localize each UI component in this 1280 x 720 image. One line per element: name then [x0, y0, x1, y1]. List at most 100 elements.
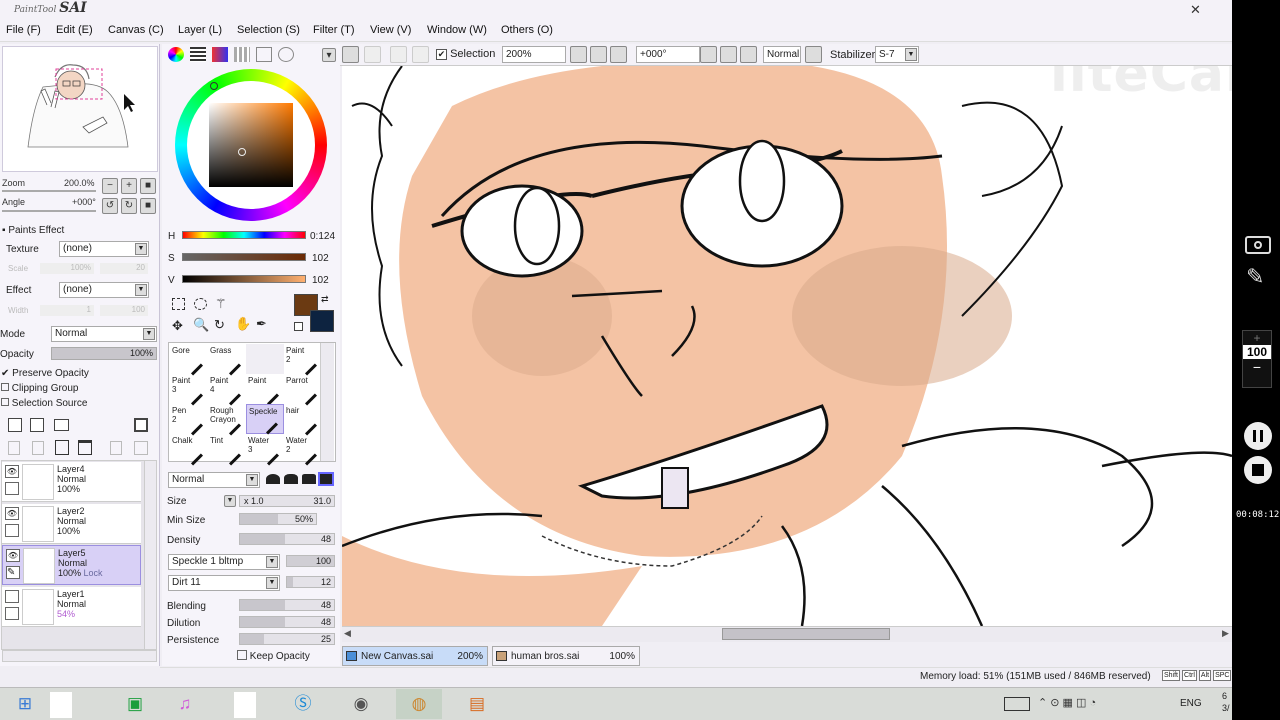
selection-checkbox[interactable]: ✔ Selection	[436, 48, 495, 60]
close-window-button[interactable]: ✕	[1190, 2, 1201, 18]
skype-icon[interactable]: Ⓢ	[282, 689, 324, 719]
zoom-value[interactable]: 200.0%	[64, 178, 95, 188]
tray-icons[interactable]: ⌃ ⊙ ▦ ◫ ◔	[1038, 696, 1096, 709]
stepper-plus-button[interactable]: +	[1243, 331, 1271, 345]
brush-tool-water[interactable]: Water 3	[246, 434, 284, 466]
brush-tool-tint[interactable]: Tint	[208, 434, 246, 466]
min-size-slider[interactable]: 50%	[239, 513, 317, 525]
color-wheel-tab-icon[interactable]	[168, 47, 184, 62]
brush-tool-gore[interactable]: Gore	[170, 344, 208, 376]
new-layer-icon[interactable]	[8, 418, 22, 432]
brush-texture-strength[interactable]: 12	[286, 576, 335, 588]
stabilizer-select[interactable]: S-7 ▼	[875, 46, 919, 63]
size-slider[interactable]: x 1.0 31.0	[239, 495, 335, 507]
merge-down-icon[interactable]	[32, 441, 44, 455]
doc-tab-new-canvas[interactable]: New Canvas.sai 200%	[342, 646, 488, 666]
scratchpad-tab-icon[interactable]	[256, 47, 272, 62]
brush-tool-paint[interactable]: Paint 4	[208, 374, 246, 406]
undo-button[interactable]	[342, 46, 359, 63]
menu-edit[interactable]: Edit (E)	[56, 24, 93, 36]
language-indicator[interactable]: ENG	[1180, 698, 1202, 709]
layer-row-layer5[interactable]: 👁 ✎ Layer5 Normal 100% Lock	[2, 545, 141, 585]
toolbar-blend-select[interactable]: Normal	[763, 46, 801, 63]
swatches-tab-icon[interactable]	[234, 47, 250, 62]
flip-canvas-button[interactable]	[805, 46, 822, 63]
brush-shape-round-icon[interactable]	[266, 474, 280, 484]
brush-shape-soft-icon[interactable]	[284, 474, 298, 484]
store-icon[interactable]: ▣	[114, 689, 156, 719]
brush-tool-paint[interactable]: Paint 3	[170, 374, 208, 406]
brush-tool-grass[interactable]: Grass	[208, 344, 246, 376]
deselect-button[interactable]	[390, 46, 407, 63]
camera-icon[interactable]	[1245, 236, 1271, 254]
toolbar-zoom-reset-button[interactable]	[610, 46, 627, 63]
windows-start-icon[interactable]: ⊞	[4, 689, 46, 719]
hand-icon[interactable]: ✋	[235, 316, 251, 332]
secondary-color-swatch[interactable]	[310, 310, 334, 332]
trash-icon[interactable]	[78, 440, 92, 455]
doc-tab-human-bros[interactable]: human bros.sai 100%	[492, 646, 640, 666]
blend-mode-select[interactable]: Normal ▼	[168, 472, 260, 488]
swap-colors-icon[interactable]: ⇄	[321, 294, 329, 305]
new-folder-icon[interactable]	[54, 419, 69, 431]
zoom-slider[interactable]	[2, 190, 96, 192]
merge-visible-icon[interactable]	[110, 441, 122, 455]
menu-filter[interactable]: Filter (T)	[313, 24, 355, 36]
scroll-right-icon[interactable]: ▶	[1222, 628, 1229, 639]
brush-shape-flat-icon[interactable]	[302, 474, 316, 484]
clock[interactable]: 6 3/	[1222, 690, 1230, 714]
itunes-icon[interactable]: ♫	[164, 689, 206, 719]
eye-icon[interactable]: 👁	[5, 465, 19, 478]
brush-tool-empty[interactable]	[246, 344, 284, 374]
toolbar-angle-select[interactable]: +000°	[636, 46, 700, 63]
menu-others[interactable]: Others (O)	[501, 24, 553, 36]
angle-slider[interactable]	[2, 210, 96, 212]
toolbar-zoom-out-button[interactable]	[570, 46, 587, 63]
brush-shape-square-icon[interactable]	[318, 472, 334, 486]
transparent-color-icon[interactable]	[294, 322, 303, 331]
layer-row-layer2[interactable]: 👁 Layer2 Normal 100%	[2, 504, 141, 544]
layer-mask-icon[interactable]	[134, 418, 148, 432]
file-explorer-icon[interactable]	[50, 692, 72, 718]
menu-file[interactable]: File (F)	[6, 24, 41, 36]
keyboard-icon[interactable]	[1004, 697, 1030, 711]
color-mixer-tab-icon[interactable]	[278, 47, 294, 62]
selection-source-checkbox[interactable]: Selection Source	[1, 398, 87, 409]
density-slider[interactable]: 48	[239, 533, 335, 545]
rgb-slider-tab-icon[interactable]	[190, 47, 206, 62]
invert-selection-button[interactable]	[412, 46, 429, 63]
preserve-opacity-checkbox[interactable]: ✔ Preserve Opacity	[1, 368, 89, 379]
menu-layer[interactable]: Layer (L)	[178, 24, 222, 36]
zoom-reset-button[interactable]: ■	[140, 178, 156, 194]
color-picker-cursor[interactable]	[238, 148, 246, 156]
zoom-tool-icon[interactable]: 🔍	[193, 317, 209, 333]
rotate-tool-icon[interactable]: ↻	[214, 317, 225, 333]
layer-row-layer1[interactable]: Layer1 Normal 54%	[2, 587, 141, 627]
eye-icon[interactable]: 👁	[5, 507, 19, 520]
brush-texture-select[interactable]: Dirt 11 ▼	[168, 575, 280, 591]
app-icon[interactable]: ◉	[340, 689, 382, 719]
pause-icon[interactable]	[1244, 422, 1272, 450]
toolbar-zoom-in-button[interactable]	[590, 46, 607, 63]
layer-opacity-slider[interactable]: 100%	[51, 347, 157, 360]
copy-layer-icon[interactable]	[8, 441, 20, 455]
layer-list-hscroll[interactable]	[2, 650, 157, 662]
dilution-slider[interactable]: 48	[239, 616, 335, 628]
size-multiplier-button[interactable]: ▼	[224, 495, 236, 507]
saturation-slider[interactable]	[182, 253, 306, 261]
value-slider[interactable]	[182, 275, 306, 283]
hue-slider[interactable]	[182, 231, 306, 239]
stepper-minus-button[interactable]: −	[1243, 359, 1271, 375]
clear-layer-icon[interactable]	[55, 440, 69, 455]
move-icon[interactable]: ✥	[172, 318, 183, 334]
toolbar-rotate-left-button[interactable]	[700, 46, 717, 63]
lock-toggle[interactable]	[5, 607, 19, 620]
lasso-select-icon[interactable]	[194, 298, 207, 310]
toolbar-rotate-reset-button[interactable]	[740, 46, 757, 63]
brush-tool-paint[interactable]: Paint 2	[284, 344, 322, 376]
layer-row-layer4[interactable]: 👁 Layer4 Normal 100%	[2, 462, 141, 502]
angle-value[interactable]: +000°	[72, 197, 96, 207]
panel-collapse-button[interactable]: ▾	[322, 48, 336, 62]
saturation-value-square[interactable]	[209, 103, 293, 187]
stop-icon[interactable]	[1244, 456, 1272, 484]
